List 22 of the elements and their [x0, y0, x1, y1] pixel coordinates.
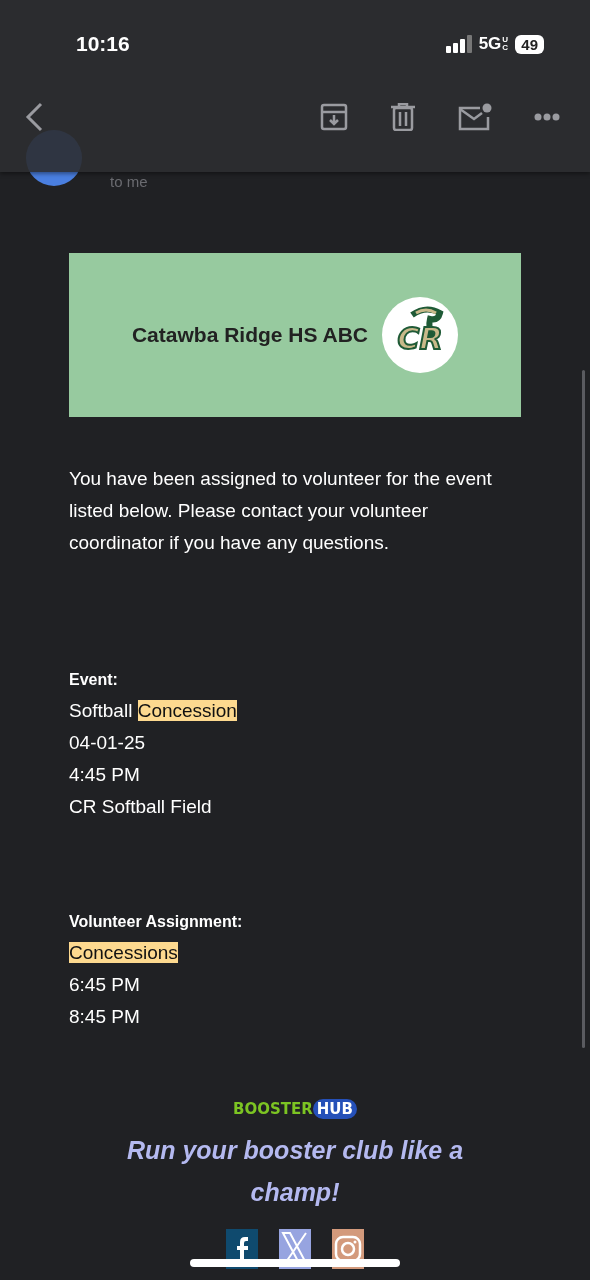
- brand-logo[interactable]: BOOSTER HUB: [233, 1099, 357, 1119]
- scrollbar[interactable]: [582, 370, 585, 1048]
- battery-indicator: 49: [515, 34, 544, 54]
- back-icon[interactable]: [24, 102, 44, 132]
- detail-line: 6:45 PM: [69, 973, 141, 997]
- detail-line: 04-01-25: [69, 731, 147, 755]
- section-heading: Event:: [69, 671, 119, 689]
- detail-line: CR Softball Field: [69, 795, 213, 819]
- mail-icon[interactable]: [458, 103, 492, 131]
- detail-line: Softball Concession: [69, 699, 238, 723]
- tagline: Run your booster club like a champ!: [125, 1135, 465, 1208]
- intro-text: You have been assigned to volunteer for the event listed below. Please contact your volunteer coordinator if you have any questions.: [69, 467, 493, 555]
- trash-icon[interactable]: [390, 103, 416, 131]
- detail-line: 4:45 PM: [69, 763, 141, 787]
- signal-icon: [445, 35, 473, 53]
- archive-icon[interactable]: [320, 103, 348, 131]
- school-logo: CR: [382, 297, 459, 373]
- banner-title: Catawba Ridge HS ABC: [131, 323, 369, 347]
- detail-line: 8:45 PM: [69, 1005, 141, 1029]
- more-icon[interactable]: [534, 113, 560, 121]
- status-time: 10:16: [76, 32, 130, 56]
- section-heading: Volunteer Assignment:: [69, 913, 244, 931]
